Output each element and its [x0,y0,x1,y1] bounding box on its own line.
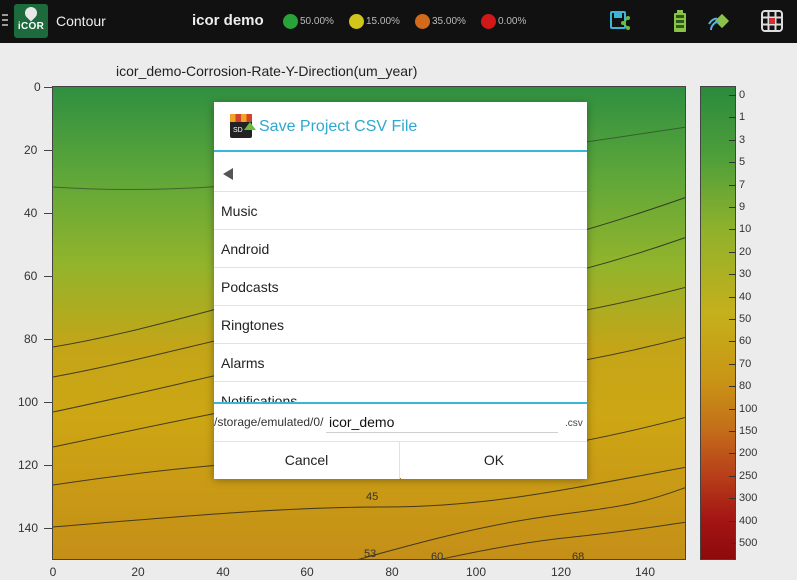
color-legend-tick [729,251,736,253]
dialog-buttons: Cancel OK [214,441,587,479]
color-legend-bar [700,86,736,560]
back-button[interactable] [214,154,587,192]
color-legend-tick [729,139,736,141]
color-legend-label: 250 [739,469,758,482]
file-path-row: /storage/emulated/0/ .csv [214,402,587,441]
ok-button[interactable]: OK [401,442,587,479]
color-legend-tick [729,408,736,410]
folder-item[interactable]: Podcasts [214,268,587,306]
x-tick-label: 120 [550,565,572,579]
status-green: 50.00% [283,14,334,30]
dialog-header: SD Save Project CSV File [214,102,587,152]
top-app-bar: iCOR Contour icor demo 50.00% 15.00% 35.… [0,0,797,43]
back-arrow-icon [223,168,233,180]
sd-card-icon: SD [230,114,256,138]
color-legend-tick [729,431,736,432]
color-legend-tick [729,229,736,231]
color-legend-tick [729,475,736,477]
color-legend-label: 3 [739,133,746,146]
color-legend-tick [729,520,736,522]
project-name: icor demo [192,12,264,29]
color-legend-label: 60 [739,335,752,348]
color-legend-tick [729,184,736,186]
color-legend-tick [729,162,736,164]
filename-input[interactable] [326,411,558,433]
color-legend-tick [729,274,736,276]
file-extension: .csv [565,418,583,429]
color-legend-label: 300 [739,492,758,505]
signal-icon [708,9,732,33]
color-legend-label: 20 [739,245,752,258]
color-legend-tick [729,498,736,500]
x-tick-label: 140 [634,565,656,579]
folder-item[interactable]: Alarms [214,344,587,382]
cancel-button[interactable]: Cancel [214,442,400,479]
color-legend-label: 80 [739,380,752,393]
plot-title: icor_demo-Corrosion-Rate-Y-Direction(um_… [116,63,418,79]
x-tick-label: 0 [49,565,57,579]
y-tick-label: 0 [34,80,41,94]
y-tick-label: 60 [24,269,38,283]
dialog-title: Save Project CSV File [259,118,418,135]
y-tick-label: 80 [24,332,38,346]
x-tick-label: 40 [216,565,230,579]
grid-app-icon[interactable] [760,9,784,33]
x-tick-label: 100 [465,565,487,579]
color-legend-label: 500 [739,537,758,549]
color-legend-label: 9 [739,201,746,213]
color-legend-label: 10 [739,223,752,236]
color-legend-label: 150 [739,425,758,437]
color-legend-tick [729,386,736,388]
y-tick-label: 20 [24,143,38,157]
y-tick-label: 40 [24,206,38,220]
color-legend-label: 200 [739,447,758,460]
contour-label: 53 [364,548,377,560]
color-legend-tick [729,319,736,320]
path-prefix: /storage/emulated/0/ [214,415,324,429]
y-tick-label: 140 [18,521,39,535]
folder-item[interactable]: Android [214,230,587,268]
color-legend-tick [729,296,736,298]
color-legend-tick [729,453,736,455]
y-tick-label: 120 [18,458,39,472]
color-legend-label: 100 [739,402,758,415]
contour-label: 45 [366,491,379,503]
battery-icon [668,9,692,33]
save-share-icon[interactable] [609,9,633,33]
color-legend-label: 30 [739,268,752,281]
status-red: 0.00% [481,14,526,30]
app-title: Contour [56,13,106,29]
color-legend-label: 0 [739,89,746,101]
color-legend-label: 7 [739,178,746,191]
color-legend-label: 50 [739,313,752,325]
menu-icon[interactable] [2,14,8,28]
color-legend-label: 1 [739,111,746,124]
x-tick-label: 60 [300,565,314,579]
x-tick-label: 20 [131,565,145,579]
folder-item[interactable]: Ringtones [214,306,587,344]
folder-list[interactable]: Music Android Podcasts Ringtones Alarms … [214,192,587,402]
status-yellow: 15.00% [349,14,400,30]
status-orange: 35.00% [415,14,466,30]
color-legend-tick [729,117,736,119]
folder-item[interactable]: Notifications [214,382,587,402]
color-legend-label: 70 [739,357,752,370]
y-tick-label: 100 [18,395,39,409]
color-legend-tick [729,207,736,208]
color-legend-tick [729,543,736,544]
x-tick-label: 80 [385,565,399,579]
contour-label: 68 [572,551,585,563]
contour-label: 60 [431,551,444,563]
color-legend-tick [729,341,736,343]
color-legend-label: 40 [739,290,752,303]
color-legend-tick [729,95,736,96]
color-legend-label: 400 [739,514,758,527]
folder-item[interactable]: Music [214,192,587,230]
color-legend-tick [729,363,736,365]
save-csv-dialog: SD Save Project CSV File Music Android P… [214,102,587,479]
app-logo[interactable]: iCOR [14,4,48,38]
color-legend-label: 5 [739,156,746,169]
